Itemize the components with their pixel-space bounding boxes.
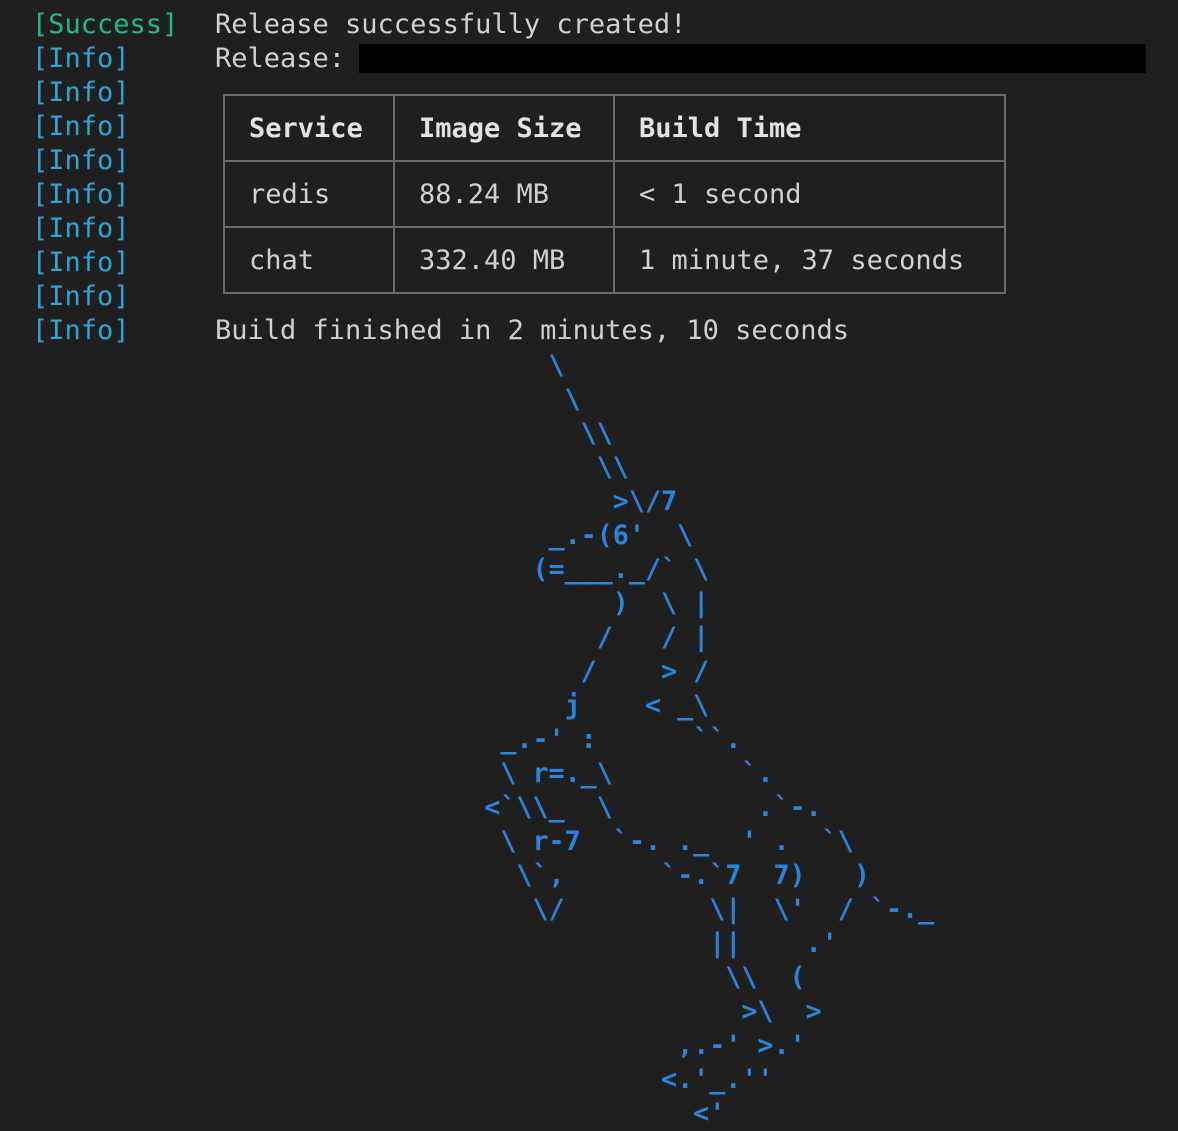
- cell-service: chat: [223, 226, 395, 294]
- log-tag-info: [Info]: [32, 43, 130, 74]
- column-header-build-time: Build Time: [613, 94, 1006, 162]
- log-message-release: Release:: [215, 43, 346, 74]
- table-row: chat 332.40 MB 1 minute, 37 seconds: [223, 226, 1006, 294]
- cell-image-size: 332.40 MB: [393, 226, 615, 294]
- log-tag-info: [Info]: [32, 213, 130, 244]
- column-header-service: Service: [223, 94, 395, 162]
- unicorn-ascii-art: \ \ \\ \\ >\/7 _.-(6' \ (=___._/` \ ) \ …: [484, 350, 935, 1129]
- cell-build-time: < 1 second: [613, 160, 1006, 228]
- redacted-release-value: [359, 44, 1146, 73]
- log-tag-info: [Info]: [32, 77, 130, 108]
- log-tag-success: [Success]: [32, 9, 179, 40]
- log-tag-info: [Info]: [32, 247, 130, 278]
- cell-service: redis: [223, 160, 395, 228]
- table-row: redis 88.24 MB < 1 second: [223, 160, 1006, 228]
- log-tag-info: [Info]: [32, 145, 130, 176]
- log-message-build-finished: Build finished in 2 minutes, 10 seconds: [215, 315, 849, 346]
- log-message-success: Release successfully created!: [215, 9, 687, 40]
- log-tag-info: [Info]: [32, 179, 130, 210]
- table-header-row: Service Image Size Build Time: [223, 94, 1006, 162]
- log-tag-info: [Info]: [32, 111, 130, 142]
- log-tag-info: [Info]: [32, 281, 130, 312]
- build-summary-table: Service Image Size Build Time redis 88.2…: [223, 94, 1006, 294]
- column-header-image-size: Image Size: [393, 94, 615, 162]
- log-tag-info: [Info]: [32, 315, 130, 346]
- cell-image-size: 88.24 MB: [393, 160, 615, 228]
- cell-build-time: 1 minute, 37 seconds: [613, 226, 1006, 294]
